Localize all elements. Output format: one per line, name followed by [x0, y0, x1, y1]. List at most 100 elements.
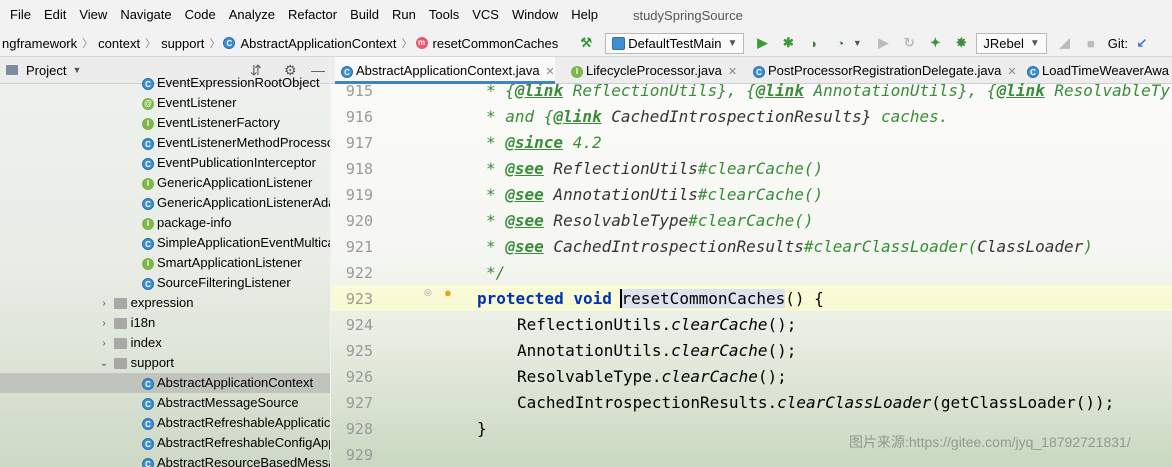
- intention-bulb-icon[interactable]: ●: [444, 285, 452, 300]
- comment-text: *: [486, 211, 506, 230]
- stop-icon[interactable]: ■: [1083, 35, 1099, 51]
- run-configuration-select[interactable]: DefaultTestMain ▼: [605, 32, 745, 54]
- close-icon[interactable]: ✕: [1007, 66, 1016, 78]
- build-hammer-icon[interactable]: ⚒: [578, 35, 594, 51]
- code-line-927: CachedIntrospectionResults.clearClassLoa…: [517, 390, 1114, 416]
- tree-item[interactable]: C EventPublicationInterceptor: [0, 153, 330, 173]
- tree-item[interactable]: C SimpleApplicationEventMultica: [0, 233, 330, 253]
- menu-run[interactable]: Run: [386, 0, 423, 30]
- tree-item[interactable]: I SmartApplicationListener: [0, 253, 330, 273]
- comment-text: AnnotationUtils}, {: [803, 81, 997, 100]
- javadoc-link: @link: [514, 81, 564, 100]
- code-text: }: [477, 419, 487, 438]
- tree-folder-index[interactable]: › index: [0, 333, 330, 353]
- menu-tools[interactable]: Tools: [423, 0, 466, 30]
- method-declaration[interactable]: resetCommonCaches: [621, 289, 786, 308]
- coverage-icon[interactable]: ◗: [806, 35, 822, 51]
- javadoc-link: @link: [996, 81, 1045, 100]
- tree-item[interactable]: C AbstractApplicationContext: [0, 373, 330, 393]
- tree-item[interactable]: C EventListenerMethodProcesso: [0, 133, 330, 153]
- jrebel-debug-icon[interactable]: ✸: [953, 35, 969, 51]
- menu-edit[interactable]: Edit: [38, 0, 73, 30]
- static-call: clearCache: [671, 315, 768, 334]
- tree-item-label: AbstractMessageSource: [157, 395, 299, 410]
- tree-item[interactable]: C AbstractMessageSource: [0, 393, 330, 413]
- debug-icon[interactable]: ✱: [780, 35, 796, 51]
- tree-item-label: AbstractRefreshableApplicatic: [157, 415, 330, 430]
- close-icon[interactable]: ✕: [728, 66, 737, 78]
- method-icon: m: [415, 37, 428, 49]
- menu-analyze[interactable]: Analyze: [223, 0, 282, 30]
- javadoc-tag: @see: [505, 237, 544, 256]
- menu-window[interactable]: Window: [506, 0, 565, 30]
- tree-item[interactable]: C GenericApplicationListenerAda: [0, 193, 330, 213]
- attach-debugger-icon[interactable]: ▶: [875, 35, 891, 51]
- class-icon: C: [142, 137, 154, 150]
- class-icon: C: [142, 377, 154, 390]
- comment-ref: CachedIntrospectionResults}: [601, 107, 872, 126]
- package-folder-icon: [113, 358, 127, 370]
- chevron-right-icon[interactable]: ›: [98, 334, 110, 354]
- breadcrumb-item-context[interactable]: context: [96, 36, 142, 51]
- menu-build[interactable]: Build: [344, 0, 386, 30]
- line-number: 917: [345, 134, 373, 152]
- chevron-down-icon[interactable]: ⌄: [98, 354, 110, 374]
- jrebel-select[interactable]: JRebel ▼: [976, 32, 1047, 54]
- chevron-right-icon[interactable]: ›: [98, 314, 110, 334]
- breadcrumb-separator-icon: 〉: [145, 38, 157, 50]
- override-marker-icon[interactable]: ◎: [424, 287, 432, 298]
- breadcrumb-item-springframework[interactable]: ngframework: [0, 36, 79, 51]
- tree-item[interactable]: Ipackage-info: [0, 213, 330, 233]
- class-icon: C: [223, 37, 236, 49]
- line-number: 922: [345, 264, 373, 282]
- project-tool-window: Project ▼ ⇵ ⚙ — C EventExpressionRootObje…: [0, 57, 330, 467]
- menu-refactor[interactable]: Refactor: [282, 0, 344, 30]
- tree-item[interactable]: I GenericApplicationListener: [0, 173, 330, 193]
- comment-symbol: #clearClassLoader(: [803, 237, 978, 256]
- tree-item[interactable]: C AbstractRefreshableConfigApp: [0, 433, 330, 453]
- tree-item[interactable]: I EventListenerFactory: [0, 113, 330, 133]
- jrebel-sync-icon[interactable]: ◢: [1057, 35, 1073, 51]
- tree-item[interactable]: C AbstractRefreshableApplicatic: [0, 413, 330, 433]
- chevron-right-icon[interactable]: ›: [98, 294, 110, 314]
- menu-vcs[interactable]: VCS: [466, 0, 506, 30]
- menu-view[interactable]: View: [73, 0, 114, 30]
- code-area[interactable]: * {@link ReflectionUtils}, {@link Annota…: [477, 81, 1172, 467]
- chevron-down-icon[interactable]: ▼: [849, 35, 865, 51]
- tree-item-label: GenericApplicationListenerAda: [157, 195, 330, 210]
- menu-file[interactable]: File: [4, 0, 38, 30]
- tree-item-label: GenericApplicationListener: [157, 175, 313, 190]
- line-number: 919: [345, 186, 373, 204]
- vcs-update-icon[interactable]: ↙: [1134, 35, 1150, 51]
- line-number: 926: [345, 368, 373, 386]
- tree-item[interactable]: C AbstractResourceBasedMessa: [0, 453, 330, 467]
- run-icon[interactable]: ▶: [754, 35, 770, 51]
- class-ref: ReflectionUtils.: [517, 315, 672, 334]
- breadcrumb-item-class[interactable]: AbstractApplicationContext: [238, 36, 398, 51]
- tree-item[interactable]: C SourceFilteringListener: [0, 273, 330, 293]
- menu-navigate[interactable]: Navigate: [114, 0, 178, 30]
- menu-code[interactable]: Code: [179, 0, 223, 30]
- interface-icon: I: [142, 257, 154, 270]
- breadcrumb-separator-icon: 〉: [401, 38, 413, 50]
- keyword: protected: [477, 289, 564, 308]
- line-number: 918: [345, 160, 373, 178]
- jrebel-label: JRebel: [983, 35, 1024, 51]
- comment-ref: ClassLoader: [977, 237, 1084, 256]
- profile-icon[interactable]: ◔: [832, 35, 848, 51]
- code-line-926: ResolvableType.clearCache();: [517, 364, 787, 390]
- tree-folder-i18n[interactable]: › i18n: [0, 313, 330, 333]
- code-line-924: ReflectionUtils.clearCache();: [517, 312, 796, 338]
- stop-run-icon[interactable]: ↻: [901, 35, 917, 51]
- close-icon[interactable]: ✕: [546, 66, 555, 78]
- breadcrumb-item-support[interactable]: support: [159, 36, 206, 51]
- menu-help[interactable]: Help: [565, 0, 605, 30]
- breadcrumb-item-method[interactable]: resetCommonCaches: [431, 36, 561, 51]
- static-call: clearCache: [661, 367, 758, 386]
- code-text: ();: [767, 341, 797, 360]
- tree-folder-support[interactable]: ⌄ support: [0, 353, 330, 373]
- jrebel-run-icon[interactable]: ✦: [927, 35, 943, 51]
- tree-item[interactable]: C EventExpressionRootObject: [0, 73, 330, 93]
- tree-item[interactable]: @ EventListener: [0, 93, 330, 113]
- tree-folder-expression[interactable]: › expression: [0, 293, 330, 313]
